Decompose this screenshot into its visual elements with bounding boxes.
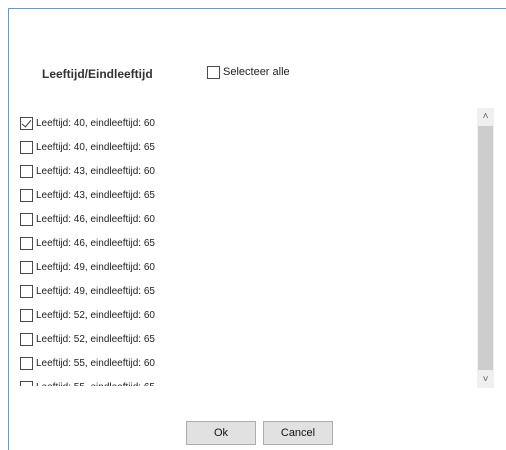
section-title: Leeftijd/Eindleeftijd	[42, 67, 153, 81]
cancel-button[interactable]: Cancel	[263, 421, 333, 445]
list-item[interactable]: Leeftijd: 52, eindleeftijd: 65	[20, 326, 470, 350]
scroll-thumb[interactable]	[478, 126, 493, 370]
list-item-label: Leeftijd: 46, eindleeftijd: 65	[36, 237, 155, 249]
age-selection-dialog: Leeftijd/Eindleeftijd Selecteer alle Lee…	[0, 0, 506, 450]
list-item[interactable]: Leeftijd: 52, eindleeftijd: 60	[20, 302, 470, 326]
ok-button[interactable]: Ok	[186, 421, 256, 445]
list-item-checkbox[interactable]	[20, 116, 33, 130]
list-item-label: Leeftijd: 46, eindleeftijd: 60	[36, 213, 155, 225]
list-item-checkbox[interactable]	[20, 164, 33, 178]
dialog-left-border	[8, 8, 9, 450]
list-item[interactable]: Leeftijd: 40, eindleeftijd: 60	[20, 110, 470, 134]
select-all-checkbox-box[interactable]	[207, 65, 220, 79]
list-item-checkbox[interactable]	[20, 188, 33, 202]
age-list-items: Leeftijd: 40, eindleeftijd: 60 Leeftijd: …	[20, 110, 470, 386]
list-item-label: Leeftijd: 43, eindleeftijd: 65	[36, 189, 155, 201]
list-item-label: Leeftijd: 43, eindleeftijd: 60	[36, 165, 155, 177]
list-item[interactable]: Leeftijd: 49, eindleeftijd: 60	[20, 254, 470, 278]
list-item-checkbox[interactable]	[20, 380, 33, 386]
list-item-label: Leeftijd: 40, eindleeftijd: 60	[36, 117, 155, 129]
age-list[interactable]: Leeftijd: 40, eindleeftijd: 60 Leeftijd: …	[20, 110, 496, 386]
list-item-label: Leeftijd: 40, eindleeftijd: 65	[36, 141, 155, 153]
list-item[interactable]: Leeftijd: 55, eindleeftijd: 60	[20, 350, 470, 374]
list-item-checkbox[interactable]	[20, 284, 33, 298]
list-item-label: Leeftijd: 55, eindleeftijd: 60	[36, 357, 155, 369]
list-item-checkbox[interactable]	[20, 308, 33, 322]
select-all-label: Selecteer alle	[223, 66, 290, 78]
list-item[interactable]: Leeftijd: 43, eindleeftijd: 60	[20, 158, 470, 182]
list-item[interactable]: Leeftijd: 43, eindleeftijd: 65	[20, 182, 470, 206]
list-item-label: Leeftijd: 49, eindleeftijd: 60	[36, 261, 155, 273]
list-item-checkbox[interactable]	[20, 260, 33, 274]
vertical-scrollbar[interactable]: ˄ ˅	[477, 108, 494, 388]
select-all-checkbox[interactable]: Selecteer alle	[207, 64, 290, 80]
dialog-top-border	[8, 8, 506, 9]
list-item[interactable]: Leeftijd: 40, eindleeftijd: 65	[20, 134, 470, 158]
list-item-label: Leeftijd: 49, eindleeftijd: 65	[36, 285, 155, 297]
list-item[interactable]: Leeftijd: 55, eindleeftijd: 65	[20, 374, 470, 386]
list-item-checkbox[interactable]	[20, 140, 33, 154]
list-item-label: Leeftijd: 52, eindleeftijd: 65	[36, 333, 155, 345]
chevron-down-icon[interactable]: ˅	[477, 371, 494, 388]
list-item-checkbox[interactable]	[20, 332, 33, 346]
list-item[interactable]: Leeftijd: 49, eindleeftijd: 65	[20, 278, 470, 302]
list-item-checkbox[interactable]	[20, 356, 33, 370]
chevron-up-icon[interactable]: ˄	[477, 108, 494, 125]
list-item[interactable]: Leeftijd: 46, eindleeftijd: 65	[20, 230, 470, 254]
list-item-label: Leeftijd: 52, eindleeftijd: 60	[36, 309, 155, 321]
list-item-label: Leeftijd: 55, eindleeftijd: 65	[36, 382, 155, 387]
list-item[interactable]: Leeftijd: 46, eindleeftijd: 60	[20, 206, 470, 230]
list-item-checkbox[interactable]	[20, 212, 33, 226]
list-item-checkbox[interactable]	[20, 236, 33, 250]
